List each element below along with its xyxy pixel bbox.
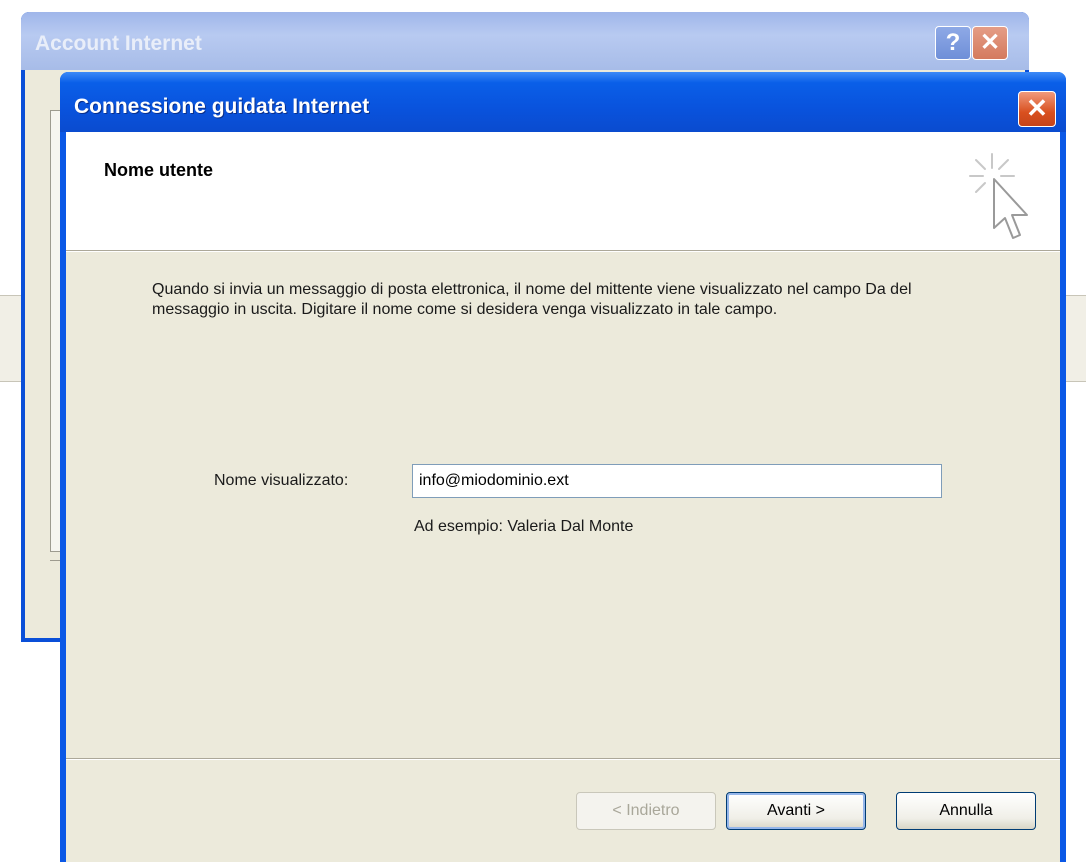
wizard-close-button[interactable]: ✕ <box>1018 91 1056 127</box>
cancel-button[interactable]: Annulla <box>896 792 1036 830</box>
wizard-client-area: Nome utente Quando si invia un messaggio… <box>66 132 1060 862</box>
display-name-label: Nome visualizzato: <box>214 472 349 489</box>
example-hint: Ad esempio: Valeria Dal Monte <box>414 518 634 535</box>
back-button[interactable]: < Indietro <box>576 792 716 830</box>
page-title: Nome utente <box>104 160 214 180</box>
back-window-titlebar[interactable]: Account Internet ? ✕ <box>21 12 1029 70</box>
internet-wizard-window: Connessione guidata Internet ✕ Nome uten… <box>60 72 1066 862</box>
back-close-button[interactable]: ✕ <box>972 26 1008 60</box>
help-button[interactable]: ? <box>935 26 971 60</box>
header-divider <box>66 251 1060 252</box>
button-area-divider <box>66 758 1060 760</box>
display-name-input[interactable] <box>412 464 942 498</box>
wizard-titlebar[interactable]: Connessione guidata Internet ✕ <box>60 72 1066 132</box>
next-button[interactable]: Avanti > <box>726 792 866 830</box>
description-text: Quando si invia un messaggio di posta el… <box>152 281 912 318</box>
back-window-title: Account Internet <box>35 32 202 55</box>
wizard-title: Connessione guidata Internet <box>74 95 370 118</box>
wizard-header-panel: Nome utente <box>66 132 1060 251</box>
wizard-cursor-icon <box>969 153 1028 239</box>
